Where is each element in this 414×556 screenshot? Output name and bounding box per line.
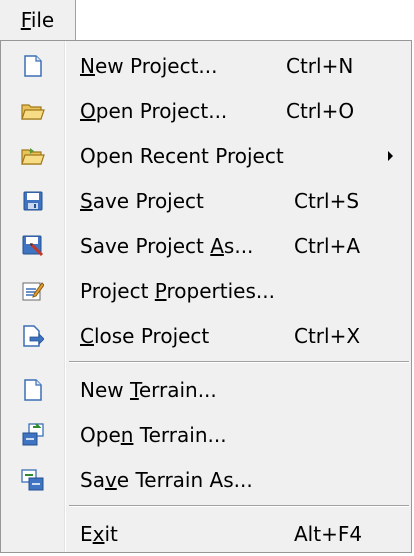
menu-item-label: Save Terrain As... [80,467,253,492]
open-folder-icon [21,99,45,123]
new-document-icon [21,54,45,78]
menu-item-label: Save Project [80,188,204,213]
menu-item-shortcut: Alt+F4 [294,521,363,546]
menu-item-label: Close Project [80,323,210,348]
menu-item-label: Exit [80,521,118,546]
menu-item-label: Open Project... [80,98,228,123]
menu-item-shortcut: Ctrl+S [294,188,360,213]
menu-item-exit[interactable]: Exit Alt+F4 [1,511,411,556]
menu-item-label: Open Terrain... [80,422,227,447]
menu-item-label: Save Project As... [80,233,254,258]
menu-item-label: New Terrain... [80,377,217,402]
menu-item-close-project[interactable]: Close Project Ctrl+X [1,313,411,358]
close-project-icon [21,324,45,348]
menu-item-open-terrain[interactable]: Open Terrain... [1,412,411,457]
menu-item-shortcut: Ctrl+A [294,233,361,258]
menu-item-new-project[interactable]: New Project... Ctrl+N [1,43,411,88]
submenu-arrow-icon [388,151,393,161]
menu-item-shortcut: Ctrl+X [294,323,361,348]
file-menu-tab[interactable]: File [0,0,76,40]
menu-item-label: Project Properties... [80,278,275,303]
menu-item-save-project-as[interactable]: Save Project As... Ctrl+A [1,223,411,268]
menu-item-project-properties[interactable]: Project Properties... [1,268,411,313]
file-dropdown-menu: New Project... Ctrl+N Open Project... Ct… [0,40,412,553]
menu-separator [1,358,411,367]
save-disk-icon [21,189,45,213]
menu-separator [1,502,411,511]
file-menu-label: File [20,8,55,32]
properties-icon [21,279,45,303]
save-as-icon [21,234,45,258]
menu-item-label: Open Recent Project [80,143,284,168]
menu-item-shortcut: Ctrl+O [286,98,355,123]
menu-item-save-project[interactable]: Save Project Ctrl+S [1,178,411,223]
menu-item-open-recent-project[interactable]: Open Recent Project [1,133,411,178]
menu-item-save-terrain-as[interactable]: Save Terrain As... [1,457,411,502]
recent-folder-icon [21,144,45,168]
open-terrain-icon [21,423,45,447]
menu-item-shortcut: Ctrl+N [286,53,354,78]
menu-item-new-terrain[interactable]: New Terrain... [1,367,411,412]
new-terrain-icon [21,378,45,402]
menu-item-label: New Project... [80,53,218,78]
menu-item-open-project[interactable]: Open Project... Ctrl+O [1,88,411,133]
save-terrain-icon [21,468,45,492]
